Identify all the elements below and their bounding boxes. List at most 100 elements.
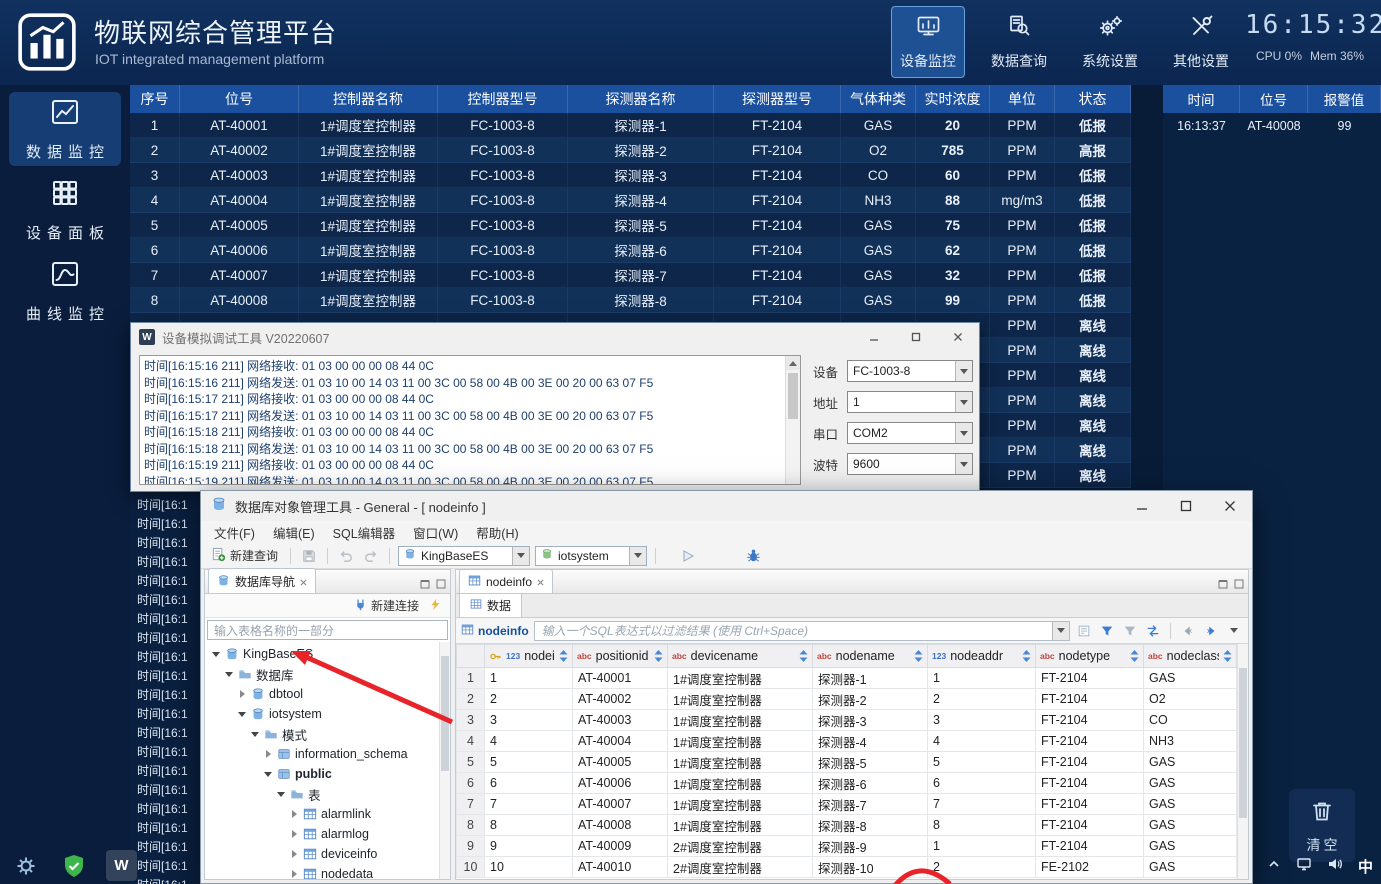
tab-database-navigator[interactable]: 数据库导航 — [208, 568, 316, 593]
grid-cell[interactable]: 8 — [485, 815, 573, 836]
grid-cell[interactable]: FT-2104 — [1036, 752, 1144, 773]
grid-cell[interactable]: 2 — [485, 689, 573, 710]
sidebar-item-1[interactable]: 数据监控 — [9, 92, 121, 166]
grid-cell[interactable]: AT-40006 — [573, 773, 668, 794]
grid-cell[interactable]: AT-40002 — [573, 689, 668, 710]
grid-cell[interactable]: 4 — [928, 731, 1036, 752]
grid-cell[interactable]: 5 — [485, 752, 573, 773]
grid-cell[interactable]: GAS — [1144, 794, 1237, 815]
sidebar-item-3[interactable]: 曲线监控 — [9, 254, 121, 328]
more-options-icon[interactable] — [1225, 622, 1243, 640]
grid-cell[interactable]: 1#调度室控制器 — [668, 689, 813, 710]
new-connection-button[interactable]: 新建连接 — [354, 597, 419, 614]
swap-icon[interactable] — [1144, 622, 1162, 640]
sort-icon[interactable] — [1022, 650, 1031, 662]
grid-cell[interactable]: AT-40008 — [573, 815, 668, 836]
grid-cell[interactable]: AT-40010 — [573, 857, 668, 878]
grid-cell[interactable]: 3 — [928, 710, 1036, 731]
sort-icon[interactable] — [799, 650, 808, 662]
tab-data[interactable]: 数据 — [459, 592, 522, 617]
grid-cell[interactable]: 探测器-1 — [813, 668, 928, 689]
new-query-button[interactable]: 新建查询 — [207, 545, 282, 567]
grid-cell[interactable]: FT-2104 — [1036, 815, 1144, 836]
sort-icon[interactable] — [654, 650, 663, 662]
debug-log-scrollbar[interactable] — [785, 356, 800, 484]
chevron-down-icon[interactable] — [211, 652, 221, 657]
tree-item[interactable]: alarmlog — [205, 824, 450, 844]
grid-column-header[interactable]: abcpositionid — [573, 645, 668, 668]
grid-cell[interactable]: 1#调度室控制器 — [668, 794, 813, 815]
grid-cell[interactable]: 1#调度室控制器 — [668, 668, 813, 689]
settings-gear-icon[interactable] — [10, 850, 41, 881]
close-button[interactable] — [1208, 491, 1252, 521]
tray-expand-icon[interactable] — [1267, 857, 1281, 876]
debug-log-area[interactable]: 时间[16:15:16 211] 网络接收: 01 03 00 00 00 08… — [139, 355, 801, 485]
grid-cell[interactable]: AT-40009 — [573, 836, 668, 857]
grid-cell[interactable]: NH3 — [1144, 731, 1237, 752]
grid-cell[interactable]: 探测器-10 — [813, 857, 928, 878]
grid-cell[interactable]: 5 — [928, 752, 1036, 773]
panel-maximize-icon[interactable] — [1234, 576, 1244, 594]
tree-item[interactable]: 数据库 — [205, 664, 450, 684]
scroll-up-icon[interactable] — [786, 356, 800, 370]
grid-column-header[interactable]: 123nodeid — [485, 645, 573, 668]
entity-name[interactable]: nodeinfo — [461, 623, 529, 639]
chevron-right-icon[interactable] — [263, 750, 273, 758]
grid-cell[interactable]: 6 — [928, 773, 1036, 794]
chevron-down-icon[interactable] — [276, 792, 286, 797]
grid-column-header[interactable]: abcnodetype — [1036, 645, 1144, 668]
grid-cell[interactable]: 1#调度室控制器 — [668, 731, 813, 752]
chevron-right-icon[interactable] — [237, 690, 247, 698]
menu-item[interactable]: 窗口(W) — [404, 521, 467, 544]
debug-title-bar[interactable]: W 设备模拟调试工具 V20220607 — [131, 323, 979, 351]
grid-cell[interactable]: 8 — [928, 815, 1036, 836]
grid-cell[interactable]: 探测器-2 — [813, 689, 928, 710]
table-filter-input[interactable]: 输入表格名称的一部分 — [207, 620, 448, 640]
field-select[interactable]: COM2 — [847, 422, 973, 444]
dropdown-arrow-icon[interactable] — [955, 454, 972, 474]
grid-cell[interactable]: 1#调度室控制器 — [668, 773, 813, 794]
grid-cell[interactable]: AT-40005 — [573, 752, 668, 773]
grid-cell[interactable]: 1#调度室控制器 — [668, 710, 813, 731]
grid-column-header[interactable]: 123nodeaddr — [928, 645, 1036, 668]
filter-apply-icon[interactable] — [1098, 622, 1116, 640]
sort-icon[interactable] — [1130, 650, 1139, 662]
grid-cell[interactable]: GAS — [1144, 836, 1237, 857]
grid-cell[interactable]: 探测器-4 — [813, 731, 928, 752]
grid-cell[interactable]: AT-40001 — [573, 668, 668, 689]
minimize-button[interactable] — [853, 323, 895, 351]
grid-cell[interactable]: 4 — [485, 731, 573, 752]
dropdown-arrow-icon[interactable] — [512, 547, 529, 565]
grid-cell[interactable]: 探测器-7 — [813, 794, 928, 815]
save-icon[interactable] — [299, 546, 319, 566]
grid-cell[interactable]: 1#调度室控制器 — [668, 752, 813, 773]
grid-cell[interactable]: 探测器-9 — [813, 836, 928, 857]
dropdown-arrow-icon[interactable] — [955, 423, 972, 443]
maximize-button[interactable] — [895, 323, 937, 351]
connection-select[interactable]: KingBaseES — [398, 546, 530, 566]
grid-cell[interactable]: 2 — [928, 689, 1036, 710]
tree-item[interactable]: information_schema — [205, 744, 450, 764]
dropdown-arrow-icon[interactable] — [1052, 622, 1069, 640]
grid-cell[interactable]: AT-40003 — [573, 710, 668, 731]
db-title-bar[interactable]: 数据库对象管理工具 - General - [ nodeinfo ] — [201, 491, 1252, 521]
grid-cell[interactable]: FT-2104 — [1036, 668, 1144, 689]
grid-column-header[interactable]: abcnodeclass — [1144, 645, 1237, 668]
undo-icon[interactable] — [336, 546, 356, 566]
tab-nodeinfo[interactable]: nodeinfo — [459, 569, 553, 593]
tree-item[interactable]: nodedata — [205, 864, 450, 879]
redo-icon[interactable] — [361, 546, 381, 566]
chevron-down-icon[interactable] — [250, 732, 260, 737]
lightning-icon[interactable] — [429, 598, 442, 614]
sort-icon[interactable] — [1223, 650, 1232, 662]
chevron-right-icon[interactable] — [289, 810, 299, 818]
grid-cell[interactable]: 探测器-6 — [813, 773, 928, 794]
grid-cell[interactable]: AT-40004 — [573, 731, 668, 752]
tree-item[interactable]: iotsystem — [205, 704, 450, 724]
nav-item-3[interactable]: 系统设置 — [1073, 6, 1147, 78]
tree-item[interactable]: 模式 — [205, 724, 450, 744]
panel-maximize-icon[interactable] — [436, 576, 446, 594]
dropdown-arrow-icon[interactable] — [955, 392, 972, 412]
debug-app-taskbar-icon[interactable]: W — [106, 850, 137, 881]
tray-pc-icon[interactable] — [1296, 856, 1312, 877]
